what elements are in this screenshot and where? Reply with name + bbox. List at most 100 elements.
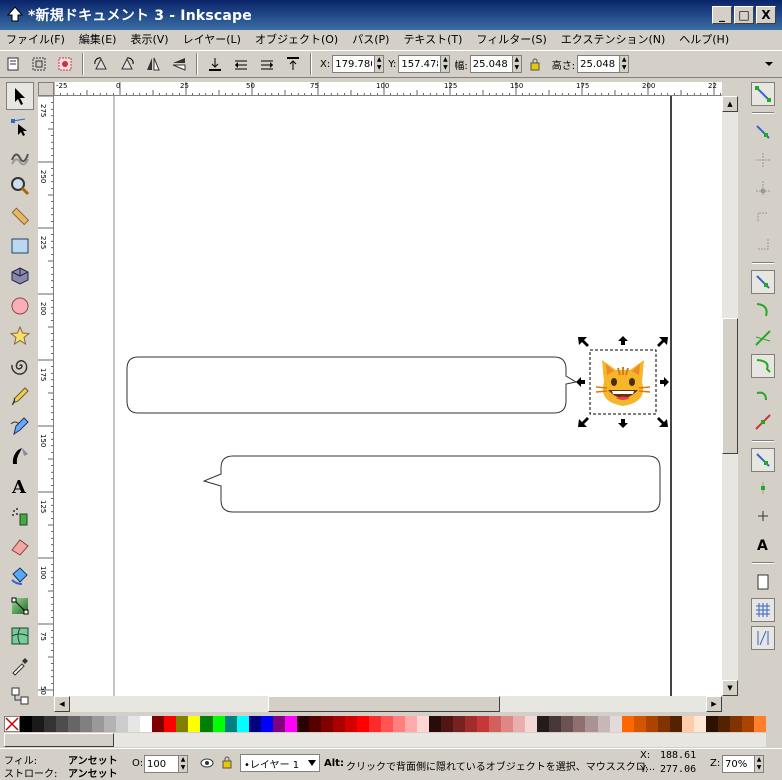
color-swatch[interactable]: [104, 716, 117, 732]
color-swatch[interactable]: [513, 716, 526, 732]
color-swatch[interactable]: [164, 716, 177, 732]
snap-text-baseline-button[interactable]: A: [751, 532, 775, 556]
x-spinbox[interactable]: ▲▼: [332, 55, 385, 73]
horizontal-scrollbar[interactable]: ◀ ▶: [54, 696, 722, 712]
select-all-layers-button[interactable]: [28, 53, 50, 75]
color-swatch[interactable]: [441, 716, 454, 732]
y-spin-arrows[interactable]: ▲ ▼: [440, 55, 451, 73]
flip-vertical-button[interactable]: [168, 53, 190, 75]
opacity-input[interactable]: [144, 755, 178, 773]
handle-right-icon[interactable]: [660, 377, 669, 387]
select-all-button[interactable]: [2, 53, 24, 75]
selector-tool[interactable]: [6, 82, 34, 110]
layer-dropdown[interactable]: •レイヤー 1: [240, 754, 320, 772]
color-swatch[interactable]: [44, 716, 57, 732]
toolbar-overflow-button[interactable]: [758, 53, 780, 75]
snap-nodes-button[interactable]: [751, 270, 775, 294]
x-input[interactable]: [332, 55, 375, 73]
color-swatch[interactable]: [741, 716, 754, 732]
handle-bottom-right-icon[interactable]: [657, 417, 668, 427]
color-swatch[interactable]: [368, 716, 381, 732]
rotate-ccw-button[interactable]: [90, 53, 112, 75]
color-swatch[interactable]: [609, 716, 622, 732]
palette-scroll-thumb[interactable]: [4, 733, 114, 747]
snap-bbox-corner-button[interactable]: [751, 176, 775, 200]
color-swatch[interactable]: [392, 716, 405, 732]
speech-bubble-2[interactable]: [202, 455, 661, 513]
height-input[interactable]: [577, 55, 620, 73]
handle-bottom-left-icon[interactable]: [578, 417, 589, 427]
height-spin-arrows[interactable]: ▲ ▼: [619, 55, 630, 73]
color-swatch[interactable]: [296, 716, 309, 732]
layer-visibility-toggle[interactable]: [200, 757, 214, 772]
width-spin-arrows[interactable]: ▲ ▼: [511, 55, 522, 73]
color-swatch[interactable]: [176, 716, 189, 732]
handle-top-left-icon[interactable]: [578, 337, 589, 347]
gradient-tool[interactable]: [6, 592, 34, 620]
snap-bbox-edge-button[interactable]: [751, 148, 775, 172]
snap-page-border-button[interactable]: [751, 570, 775, 594]
color-swatch[interactable]: [501, 716, 514, 732]
text-tool[interactable]: A: [6, 472, 34, 500]
color-swatch[interactable]: [128, 716, 141, 732]
y-spinbox[interactable]: ▲▼: [398, 55, 451, 73]
color-swatch[interactable]: [561, 716, 574, 732]
menu-file[interactable]: ファイル(F): [6, 31, 65, 47]
snap-others-button[interactable]: [751, 448, 775, 472]
color-swatch[interactable]: [633, 716, 646, 732]
lower-button[interactable]: [230, 53, 252, 75]
vertical-scrollbar[interactable]: ▲ ▼: [722, 96, 738, 696]
measure-tool[interactable]: [6, 202, 34, 230]
snap-toggle-button[interactable]: [751, 82, 775, 106]
height-spinbox[interactable]: ▲▼: [577, 55, 630, 73]
color-swatch[interactable]: [477, 716, 490, 732]
menu-view[interactable]: 表示(V): [130, 31, 168, 47]
color-swatch[interactable]: [693, 716, 706, 732]
snap-object-midpoints-button[interactable]: [751, 476, 775, 500]
color-swatch[interactable]: [465, 716, 478, 732]
snap-rotation-center-button[interactable]: [751, 504, 775, 528]
color-swatch[interactable]: [116, 716, 129, 732]
snap-guides-button[interactable]: [751, 626, 775, 650]
color-swatch[interactable]: [549, 716, 562, 732]
color-swatch[interactable]: [152, 716, 165, 732]
menu-help[interactable]: ヘルプ(H): [679, 31, 729, 47]
mesh-tool[interactable]: [6, 622, 34, 650]
menu-path[interactable]: パス(P): [352, 31, 389, 47]
zoom-spinbox[interactable]: ▲▼: [722, 755, 764, 773]
vertical-ruler[interactable]: 275 250 225 200 175 150 125 100 75 50: [38, 96, 54, 696]
color-swatch[interactable]: [356, 716, 369, 732]
node-tool[interactable]: [6, 112, 34, 140]
width-input[interactable]: [469, 55, 512, 73]
eraser-tool[interactable]: [6, 532, 34, 560]
color-swatch[interactable]: [236, 716, 249, 732]
spray-tool[interactable]: [6, 502, 34, 530]
color-swatch[interactable]: [20, 716, 33, 732]
color-swatch[interactable]: [429, 716, 442, 732]
no-paint-swatch[interactable]: [4, 716, 20, 732]
color-swatch[interactable]: [573, 716, 586, 732]
maximize-button[interactable]: □: [734, 6, 754, 24]
scroll-up-button[interactable]: ▲: [722, 96, 738, 112]
color-swatch[interactable]: [585, 716, 598, 732]
invert-selection-button[interactable]: [54, 53, 76, 75]
scroll-left-button[interactable]: ◀: [54, 696, 70, 712]
color-swatch[interactable]: [597, 716, 610, 732]
snap-bbox-midpoint-button[interactable]: [751, 204, 775, 228]
color-swatch[interactable]: [681, 716, 694, 732]
handle-top-icon[interactable]: [618, 336, 628, 345]
color-swatch[interactable]: [32, 716, 45, 732]
color-swatch[interactable]: [248, 716, 261, 732]
color-swatch[interactable]: [525, 716, 538, 732]
snap-bbox-button[interactable]: [751, 120, 775, 144]
color-swatch[interactable]: [380, 716, 393, 732]
snap-smooth-nodes-button[interactable]: [751, 382, 775, 406]
menu-object[interactable]: オブジェクト(O): [255, 31, 338, 47]
zoom-tool[interactable]: [6, 172, 34, 200]
y-input[interactable]: [398, 55, 441, 73]
color-swatch[interactable]: [417, 716, 430, 732]
x-spin-arrows[interactable]: ▲ ▼: [374, 55, 385, 73]
paint-bucket-tool[interactable]: [6, 562, 34, 590]
color-swatch[interactable]: [224, 716, 237, 732]
tweak-tool[interactable]: [6, 142, 34, 170]
